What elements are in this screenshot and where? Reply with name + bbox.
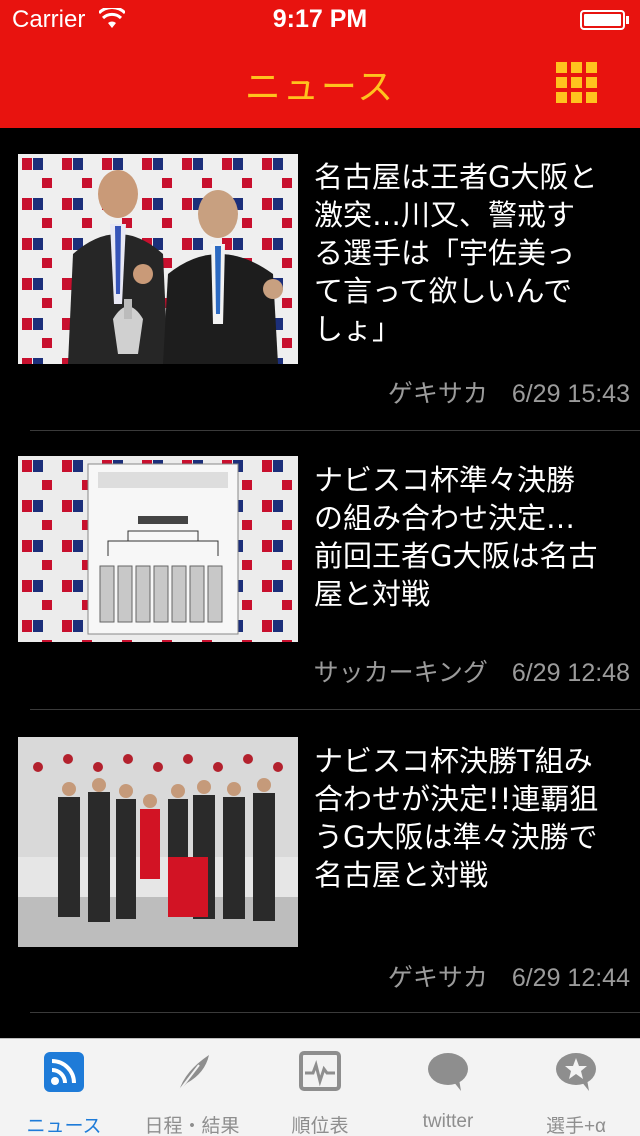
speech-bubble-icon	[428, 1053, 468, 1091]
news-thumbnail	[18, 456, 298, 666]
news-meta: ゲキサカ 6/29 15:43	[388, 374, 630, 410]
news-source: ゲキサカ	[387, 964, 488, 992]
news-datetime: 6/29 12:44	[511, 964, 630, 992]
tab-bar: ニュース 日程・結果 順位表 twitter 選手+α	[0, 1038, 640, 1136]
news-headline: ナビスコ杯準々決勝 の組み合わせ決定… 前回王者G大阪は名古 屋と対戦	[314, 463, 598, 611]
rss-icon	[44, 1052, 84, 1092]
news-item[interactable]: ナビスコ杯決勝T組み 合わせが決定!!連覇狙 うG大阪は準々決勝で 名古屋と対戦…	[0, 710, 640, 1013]
tab-label: 選手+α	[545, 1116, 607, 1136]
status-time: 9:17 PM	[272, 5, 368, 33]
news-datetime: 6/29 15:43	[511, 380, 630, 408]
battery-icon	[580, 10, 629, 30]
tab-label: 順位表	[291, 1116, 349, 1136]
news-list[interactable]: 名古屋は王者G大阪と 激突…川又、警戒す る選手は「宇佐美っ て言って欲しいんで…	[0, 128, 640, 1038]
star-bubble-icon	[556, 1053, 596, 1091]
news-meta: ゲキサカ 6/29 12:44	[388, 958, 630, 994]
tab-label: 日程・結果	[144, 1116, 240, 1136]
news-source: サッカーキング	[313, 659, 488, 687]
tab-players[interactable]: 選手+α	[512, 1039, 640, 1136]
quill-icon	[178, 1055, 209, 1092]
monitor-chart-icon	[299, 1051, 341, 1091]
tab-schedule-results[interactable]: 日程・結果	[128, 1039, 256, 1136]
news-datetime: 6/29 12:48	[511, 659, 630, 687]
tab-label: ニュース	[26, 1116, 102, 1136]
tab-twitter[interactable]: twitter	[384, 1039, 512, 1136]
news-headline: ナビスコ杯決勝T組み 合わせが決定!!連覇狙 うG大阪は準々決勝で 名古屋と対戦	[314, 744, 599, 892]
page-title: ニュース	[244, 67, 396, 108]
grid-menu-icon[interactable]	[556, 62, 598, 104]
row-divider	[30, 1012, 640, 1013]
tab-news[interactable]: ニュース	[0, 1039, 128, 1136]
news-item[interactable]: 名古屋は王者G大阪と 激突…川又、警戒す る選手は「宇佐美っ て言って欲しいんで…	[0, 128, 640, 431]
news-source: ゲキサカ	[387, 380, 488, 408]
news-thumbnail	[18, 154, 298, 364]
news-meta: サッカーキング 6/29 12:48	[314, 653, 630, 689]
status-bar: Carrier 9:17 PM	[0, 0, 640, 40]
news-thumbnail	[18, 737, 298, 947]
top-bar: Carrier 9:17 PM ニュース	[0, 0, 640, 128]
tab-label: twitter	[422, 1111, 474, 1132]
tab-standings[interactable]: 順位表	[256, 1039, 384, 1136]
news-headline: 名古屋は王者G大阪と 激突…川又、警戒す る選手は「宇佐美っ て言って欲しいんで…	[314, 160, 598, 346]
news-item[interactable]: ナビスコ杯準々決勝 の組み合わせ決定… 前回王者G大阪は名古 屋と対戦 サッカー…	[0, 431, 640, 715]
